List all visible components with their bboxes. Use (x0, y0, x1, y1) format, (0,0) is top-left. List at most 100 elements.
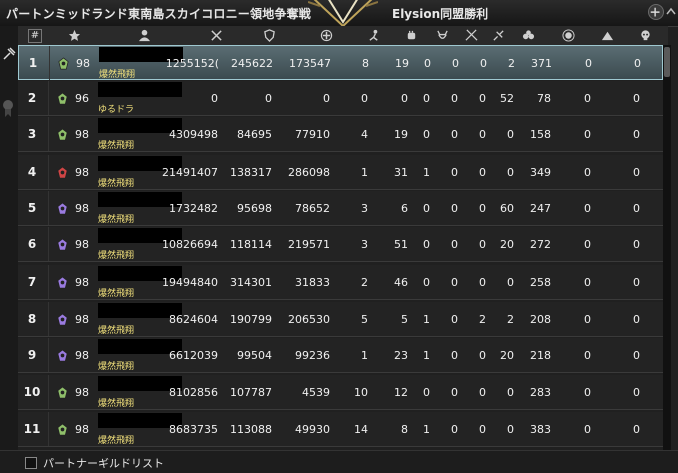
scroll-up-icon[interactable] (664, 4, 678, 20)
class-icon (56, 81, 70, 115)
player-level: 98 (75, 275, 89, 289)
header-camp[interactable] (597, 26, 617, 45)
rank: 6 (27, 237, 37, 251)
column-divider (49, 46, 50, 80)
stat-value: 0 (633, 422, 640, 436)
stat-value: 245622 (231, 56, 273, 70)
table-row[interactable]: 4 98 爆然飛翔 21491407 138317 286098 1 31 1 0 0 0 349 0 0 (18, 155, 663, 190)
guild-name: 爆然飛翔 (99, 70, 136, 80)
header-name[interactable] (134, 26, 154, 45)
stat-value: 1255152( (165, 56, 219, 70)
header-broken[interactable] (488, 26, 508, 45)
column-divider (48, 227, 49, 261)
guild-name: 爆然飛翔 (98, 436, 135, 446)
stat-value: 113088 (230, 422, 272, 436)
header-heal[interactable] (316, 26, 336, 45)
table-row[interactable]: 9 98 爆然飛翔 6612039 99504 99236 1 23 1 0 0 20 218 0 0 (18, 338, 663, 373)
stat-value: 10826694 (162, 237, 218, 251)
header-boss[interactable] (432, 26, 452, 45)
results-table: 1 98 爆然飛翔 1255152(245622 173547 8 19 0 0 0 2 371 0 0 2… (18, 45, 663, 450)
stat-value: 0 (634, 56, 641, 70)
guild-name: ゆるドラ (98, 105, 135, 115)
header-rank[interactable]: # (24, 26, 46, 45)
header-damage[interactable] (206, 26, 226, 45)
guild-name: 爆然飛翔 (98, 326, 135, 336)
header-score[interactable] (558, 26, 578, 45)
demon-icon (436, 30, 448, 39)
stat-value: 4309498 (169, 127, 218, 141)
table-row[interactable]: 11 98 爆然飛翔 8683735 113088 49930 14 8 1 0 0 0 383 0 0 (18, 412, 663, 447)
stat-value: 8102856 (169, 385, 218, 399)
stat-value: 21491407 (162, 165, 218, 179)
scrollbar-thumb[interactable] (664, 47, 670, 77)
left-strip (0, 26, 18, 450)
player-level: 98 (76, 56, 90, 70)
guild-name: 爆然飛翔 (98, 289, 135, 299)
column-divider (48, 117, 49, 151)
header-kills[interactable] (364, 26, 384, 45)
guild-name: 爆然飛翔 (98, 141, 135, 151)
table-row[interactable]: 5 98 爆然飛翔 1732482 95698 78652 3 6 0 0 0 60 247 0 0 (18, 191, 663, 226)
header-support[interactable] (518, 26, 538, 45)
move-window-button[interactable] (648, 4, 664, 20)
stat-value: 0 (633, 385, 640, 399)
player-level: 98 (75, 422, 89, 436)
rank: 5 (27, 201, 37, 215)
rank: 1 (28, 56, 38, 70)
guild-name: 爆然飛翔 (98, 251, 135, 261)
stat-value: 0 (633, 237, 640, 251)
table-row[interactable]: 3 98 爆然飛翔 4309498 84695 77910 4 19 0 0 0 0 158 0 0 (18, 117, 663, 152)
partner-list-checkbox[interactable] (25, 457, 37, 469)
header-defense[interactable] (259, 26, 279, 45)
stat-value: 0 (633, 312, 640, 326)
table-row[interactable]: 1 98 爆然飛翔 1255152(245622 173547 8 19 0 0 0 2 371 0 0 (18, 45, 663, 80)
table-row[interactable]: 10 98 爆然飛翔 8102856 107787 4539 10 12 0 0 0 0 283 0 0 (18, 375, 663, 410)
rank: 10 (23, 385, 41, 399)
camp-icon (601, 31, 613, 41)
pin-icon[interactable] (1, 46, 17, 62)
rank: 3 (27, 127, 37, 141)
stat-value: 6612039 (169, 348, 218, 362)
hands-icon (522, 30, 534, 40)
table-row[interactable]: 2 96 ゆるドラ 0 0 0 0 0 0 0 0 52 78 0 0 (18, 81, 663, 116)
battle-results-window: パートンミッドランド東南島スカイコロニー領地争奪戦 Elysion同盟勝利 # (0, 0, 678, 473)
class-icon (56, 265, 70, 299)
guild-name: 爆然飛翔 (98, 215, 135, 225)
class-icon (56, 227, 70, 261)
table-row[interactable]: 7 98 爆然飛翔 19494840 314301 31833 2 46 0 0 0 0 258 0 0 (18, 265, 663, 300)
stat-value: 8683735 (169, 422, 218, 436)
rank: 11 (23, 422, 41, 436)
header-deaths[interactable] (461, 26, 481, 45)
guild-name: 爆然飛翔 (98, 362, 135, 372)
player-level: 98 (75, 165, 89, 179)
rank: 2 (27, 91, 37, 105)
stat-value: 8624604 (169, 312, 218, 326)
column-divider (48, 302, 49, 336)
move-arrows-icon (650, 7, 660, 17)
class-icon (56, 191, 70, 225)
header-skull[interactable] (635, 26, 655, 45)
stat-value: 0 (633, 127, 640, 141)
table-row[interactable]: 6 98 爆然飛翔 10826694 118114 219571 3 51 0 0 0 20 272 0 0 (18, 227, 663, 262)
stat-value: 0 (633, 275, 640, 289)
player-level: 98 (75, 201, 89, 215)
guild-name: 爆然飛翔 (98, 179, 135, 189)
stat-value: 107787 (230, 385, 272, 399)
player-level: 98 (75, 237, 89, 251)
sun-emblem-icon (561, 29, 575, 42)
header-assists[interactable] (401, 26, 421, 45)
table-row[interactable]: 8 98 爆然飛翔 8624604 190799 206530 5 5 1 0 2 2 208 0 0 (18, 302, 663, 337)
class-icon (56, 375, 70, 409)
player-level: 96 (75, 91, 89, 105)
stat-value: 314301 (230, 275, 272, 289)
rank: 8 (27, 312, 37, 326)
table-header: # (18, 26, 668, 46)
stat-value: 0 (633, 165, 640, 179)
shield-icon (263, 29, 275, 42)
title-bar[interactable]: パートンミッドランド東南島スカイコロニー領地争奪戦 Elysion同盟勝利 (0, 0, 678, 28)
table-scrollbar[interactable] (663, 45, 671, 450)
header-level[interactable] (64, 26, 84, 45)
column-divider (48, 155, 49, 189)
stat-value: 190799 (230, 312, 272, 326)
class-icon (56, 155, 70, 189)
